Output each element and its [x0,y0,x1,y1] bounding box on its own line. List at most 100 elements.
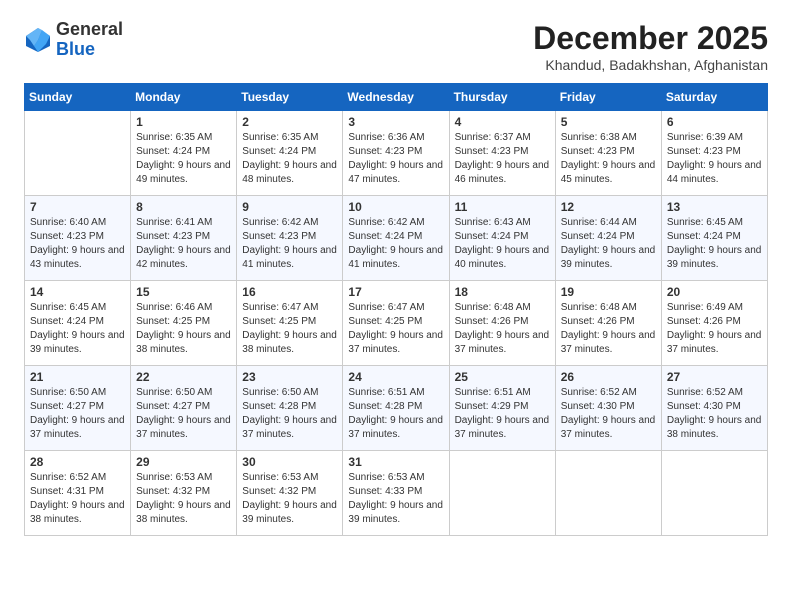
calendar-cell: 7Sunrise: 6:40 AM Sunset: 4:23 PM Daylig… [25,196,131,281]
calendar-cell [25,111,131,196]
day-info: Sunrise: 6:36 AM Sunset: 4:23 PM Dayligh… [348,131,443,187]
day-info: Sunrise: 6:48 AM Sunset: 4:26 PM Dayligh… [455,301,550,357]
day-info: Sunrise: 6:40 AM Sunset: 4:23 PM Dayligh… [30,216,125,272]
day-info: Sunrise: 6:41 AM Sunset: 4:23 PM Dayligh… [136,216,231,272]
day-info: Sunrise: 6:50 AM Sunset: 4:27 PM Dayligh… [136,386,231,442]
day-number: 21 [30,370,125,384]
col-monday: Monday [131,84,237,111]
calendar-cell: 15 Sunrise: 6:46 AM Sunset: 4:25 PM Dayli… [131,281,237,366]
day-number: 30 [242,455,337,469]
page: General Blue December 2025 Khandud, Bada… [0,0,792,556]
day-info: Sunrise: 6:44 AM Sunset: 4:24 PM Dayligh… [561,216,656,272]
calendar-cell: 25 Sunrise: 6:51 AM Sunset: 4:29 PM Dayli… [449,366,555,451]
day-number: 27 [667,370,762,384]
day-info: Sunrise: 6:52 AM Sunset: 4:31 PM Dayligh… [30,471,125,527]
col-tuesday: Tuesday [237,84,343,111]
day-number: 13 [667,200,762,214]
day-number: 5 [561,115,656,129]
calendar-week-row: 7Sunrise: 6:40 AM Sunset: 4:23 PM Daylig… [25,196,768,281]
day-info: Sunrise: 6:50 AM Sunset: 4:27 PM Dayligh… [30,386,125,442]
calendar-cell: 30Sunrise: 6:53 AM Sunset: 4:32 PM Dayli… [237,451,343,536]
day-number: 15 [136,285,231,299]
location: Khandud, Badakhshan, Afghanistan [533,57,768,73]
day-info: Sunrise: 6:47 AM Sunset: 4:25 PM Dayligh… [348,301,443,357]
day-number: 11 [455,200,550,214]
logo-text: General Blue [56,20,123,60]
day-info: Sunrise: 6:49 AM Sunset: 4:26 PM Dayligh… [667,301,762,357]
day-info: Sunrise: 6:53 AM Sunset: 4:32 PM Dayligh… [136,471,231,527]
calendar-cell: 18 Sunrise: 6:48 AM Sunset: 4:26 PM Dayli… [449,281,555,366]
calendar-cell: 10Sunrise: 6:42 AM Sunset: 4:24 PM Dayli… [343,196,449,281]
col-friday: Friday [555,84,661,111]
day-info: Sunrise: 6:53 AM Sunset: 4:33 PM Dayligh… [348,471,443,527]
day-number: 6 [667,115,762,129]
calendar-week-row: 14Sunrise: 6:45 AM Sunset: 4:24 PM Dayli… [25,281,768,366]
day-number: 3 [348,115,443,129]
day-info: Sunrise: 6:45 AM Sunset: 4:24 PM Dayligh… [30,301,125,357]
calendar-week-row: 28 Sunrise: 6:52 AM Sunset: 4:31 PM Dayli… [25,451,768,536]
day-number: 1 [136,115,231,129]
header: General Blue December 2025 Khandud, Bada… [24,20,768,73]
col-wednesday: Wednesday [343,84,449,111]
calendar-cell: 3 Sunrise: 6:36 AM Sunset: 4:23 PM Daylig… [343,111,449,196]
day-number: 23 [242,370,337,384]
day-number: 2 [242,115,337,129]
calendar-cell: 13 Sunrise: 6:45 AM Sunset: 4:24 PM Dayli… [661,196,767,281]
day-info: Sunrise: 6:38 AM Sunset: 4:23 PM Dayligh… [561,131,656,187]
title-block: December 2025 Khandud, Badakhshan, Afgha… [533,20,768,73]
day-number: 31 [348,455,443,469]
day-number: 24 [348,370,443,384]
day-number: 10 [348,200,443,214]
calendar-week-row: 21 Sunrise: 6:50 AM Sunset: 4:27 PM Dayli… [25,366,768,451]
day-info: Sunrise: 6:45 AM Sunset: 4:24 PM Dayligh… [667,216,762,272]
day-number: 28 [30,455,125,469]
day-info: Sunrise: 6:48 AM Sunset: 4:26 PM Dayligh… [561,301,656,357]
day-number: 4 [455,115,550,129]
day-info: Sunrise: 6:51 AM Sunset: 4:29 PM Dayligh… [455,386,550,442]
day-number: 20 [667,285,762,299]
col-sunday: Sunday [25,84,131,111]
day-number: 17 [348,285,443,299]
col-thursday: Thursday [449,84,555,111]
day-info: Sunrise: 6:35 AM Sunset: 4:24 PM Dayligh… [242,131,337,187]
calendar-cell: 16Sunrise: 6:47 AM Sunset: 4:25 PM Dayli… [237,281,343,366]
calendar-cell: 23 Sunrise: 6:50 AM Sunset: 4:28 PM Dayli… [237,366,343,451]
day-number: 29 [136,455,231,469]
calendar-cell: 31 Sunrise: 6:53 AM Sunset: 4:33 PM Dayli… [343,451,449,536]
calendar-cell: 9Sunrise: 6:42 AM Sunset: 4:23 PM Daylig… [237,196,343,281]
calendar-cell: 29 Sunrise: 6:53 AM Sunset: 4:32 PM Dayli… [131,451,237,536]
calendar-cell: 17 Sunrise: 6:47 AM Sunset: 4:25 PM Dayli… [343,281,449,366]
day-info: Sunrise: 6:51 AM Sunset: 4:28 PM Dayligh… [348,386,443,442]
month-title: December 2025 [533,20,768,57]
calendar-cell [661,451,767,536]
col-saturday: Saturday [661,84,767,111]
calendar-cell: 1Sunrise: 6:35 AM Sunset: 4:24 PM Daylig… [131,111,237,196]
calendar-cell: 6 Sunrise: 6:39 AM Sunset: 4:23 PM Daylig… [661,111,767,196]
calendar-cell: 19Sunrise: 6:48 AM Sunset: 4:26 PM Dayli… [555,281,661,366]
day-info: Sunrise: 6:50 AM Sunset: 4:28 PM Dayligh… [242,386,337,442]
day-info: Sunrise: 6:52 AM Sunset: 4:30 PM Dayligh… [561,386,656,442]
day-info: Sunrise: 6:46 AM Sunset: 4:25 PM Dayligh… [136,301,231,357]
calendar-cell: 24 Sunrise: 6:51 AM Sunset: 4:28 PM Dayli… [343,366,449,451]
day-info: Sunrise: 6:39 AM Sunset: 4:23 PM Dayligh… [667,131,762,187]
calendar-cell [555,451,661,536]
day-number: 26 [561,370,656,384]
day-number: 9 [242,200,337,214]
day-info: Sunrise: 6:37 AM Sunset: 4:23 PM Dayligh… [455,131,550,187]
calendar-cell: 4 Sunrise: 6:37 AM Sunset: 4:23 PM Daylig… [449,111,555,196]
day-info: Sunrise: 6:43 AM Sunset: 4:24 PM Dayligh… [455,216,550,272]
calendar-header-row: Sunday Monday Tuesday Wednesday Thursday… [25,84,768,111]
day-number: 22 [136,370,231,384]
calendar-cell: 26 Sunrise: 6:52 AM Sunset: 4:30 PM Dayli… [555,366,661,451]
calendar-week-row: 1 Sunrise: 6:35 AM Sunset: 4:24 PM Daylig… [25,111,768,196]
day-number: 18 [455,285,550,299]
calendar-cell: 12Sunrise: 6:44 AM Sunset: 4:24 PM Dayli… [555,196,661,281]
calendar-cell: 22 Sunrise: 6:50 AM Sunset: 4:27 PM Dayli… [131,366,237,451]
calendar-cell: 27Sunrise: 6:52 AM Sunset: 4:30 PM Dayli… [661,366,767,451]
logo-icon [24,26,52,54]
calendar-cell: 8Sunrise: 6:41 AM Sunset: 4:23 PM Daylig… [131,196,237,281]
calendar-cell: 28 Sunrise: 6:52 AM Sunset: 4:31 PM Dayli… [25,451,131,536]
calendar: Sunday Monday Tuesday Wednesday Thursday… [24,83,768,536]
calendar-cell [449,451,555,536]
day-number: 25 [455,370,550,384]
